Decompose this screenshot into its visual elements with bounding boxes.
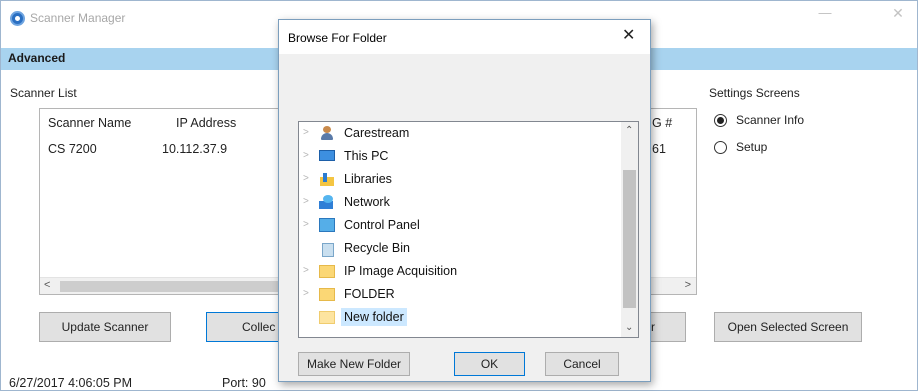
folder-icon [319,288,335,301]
folder-tree[interactable]: > Carestream > This PC > Libraries > Net… [298,121,639,338]
dialog-close-icon[interactable]: ✕ [622,25,635,45]
scroll-up-icon[interactable]: ⌃ [625,125,633,136]
person-folder-icon [319,126,335,140]
column-header-partial[interactable]: G # [652,116,672,130]
expand-chevron-icon[interactable]: > [303,219,309,230]
expand-chevron-icon[interactable]: > [303,173,309,184]
collect-button[interactable]: Collec [206,312,286,342]
tree-item-ip-image-acquisition[interactable]: > IP Image Acquisition [299,261,617,282]
tree-item-label[interactable]: New folder [341,308,407,326]
radio-scanner-info[interactable] [714,114,727,127]
tab-advanced[interactable]: Advanced [8,51,65,65]
tree-item-label[interactable]: IP Image Acquisition [341,262,460,280]
row-ip-address[interactable]: 10.112.37.9 [162,142,227,156]
tree-item-label[interactable]: Libraries [341,170,395,188]
tree-item-recycle-bin[interactable]: Recycle Bin [299,238,617,259]
tree-item-folder[interactable]: > FOLDER [299,284,617,305]
status-port: Port: 90 [222,376,266,390]
scroll-thumb[interactable] [623,170,636,308]
browse-for-folder-dialog: Browse For Folder ✕ > Carestream > This … [278,19,651,382]
column-header-scanner-name[interactable]: Scanner Name [48,116,131,130]
tree-item-label[interactable]: Network [341,193,393,211]
dialog-title: Browse For Folder [288,31,387,45]
update-scanner-button[interactable]: Update Scanner [39,312,171,342]
dialog-titlebar: Browse For Folder ✕ [279,20,650,54]
expand-chevron-icon[interactable]: > [303,288,309,299]
open-selected-screen-button[interactable]: Open Selected Screen [714,312,862,342]
make-new-folder-button[interactable]: Make New Folder [298,352,410,376]
row-partial-value[interactable]: 61 [652,142,666,156]
tree-item-network[interactable]: > Network [299,192,617,213]
libraries-icon [319,172,335,186]
cancel-button[interactable]: Cancel [545,352,619,376]
folder-icon [319,311,335,324]
radio-scanner-info-label[interactable]: Scanner Info [736,113,804,127]
tree-item-label[interactable]: FOLDER [341,285,398,303]
expand-chevron-icon[interactable]: > [303,196,309,207]
tree-item-new-folder[interactable]: New folder [299,307,617,328]
window-title: Scanner Manager [30,11,126,25]
column-header-ip-address[interactable]: IP Address [176,116,236,130]
vertical-scrollbar[interactable]: ⌃ ⌄ [621,122,638,337]
folder-icon [319,265,335,278]
tree-item-label[interactable]: Control Panel [341,216,423,234]
recycle-bin-icon [319,241,335,257]
scroll-thumb[interactable] [60,281,300,292]
radio-setup[interactable] [714,141,727,154]
network-icon [319,195,335,209]
tree-item-control-panel[interactable]: > Control Panel [299,215,617,236]
computer-icon [319,150,335,161]
tree-item-this-pc[interactable]: > This PC [299,146,617,167]
tree-item-libraries[interactable]: > Libraries [299,169,617,190]
row-scanner-name[interactable]: CS 7200 [48,142,97,156]
app-icon [10,11,25,26]
status-timestamp: 6/27/2017 4:06:05 PM [9,376,133,390]
expand-chevron-icon[interactable]: > [303,127,309,138]
tree-item-label[interactable]: Carestream [341,124,412,142]
tree-item-carestream[interactable]: > Carestream [299,123,617,144]
scroll-left-icon[interactable]: < [44,279,50,291]
control-panel-icon [319,218,335,232]
tree-item-label[interactable]: Recycle Bin [341,239,413,257]
expand-chevron-icon[interactable]: > [303,150,309,161]
window-close-button[interactable]: ✕ [885,5,911,25]
scroll-down-icon[interactable]: ⌄ [625,322,633,333]
expand-chevron-icon[interactable]: > [303,265,309,276]
ok-button[interactable]: OK [454,352,525,376]
tree-item-label[interactable]: This PC [341,147,391,165]
minimize-button[interactable]: — [813,5,837,25]
radio-setup-label[interactable]: Setup [736,140,767,154]
scanner-list-label: Scanner List [10,86,77,100]
settings-screens-label: Settings Screens [709,86,800,100]
scroll-right-icon[interactable]: > [685,279,691,291]
